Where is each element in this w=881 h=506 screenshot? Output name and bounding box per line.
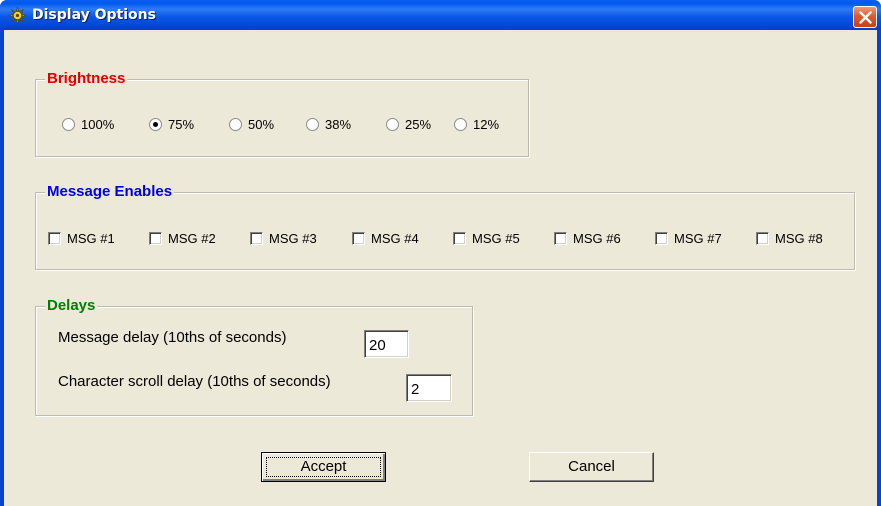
checkbox-label: MSG #2 <box>168 231 216 246</box>
window-title: Display Options <box>32 7 156 23</box>
checkbox-label: MSG #5 <box>472 231 520 246</box>
delays-group-label: Delays <box>45 297 98 314</box>
checkbox[interactable] <box>554 232 567 245</box>
checkbox[interactable] <box>453 232 466 245</box>
radio-label: 75% <box>168 117 195 132</box>
checkbox-msg-1[interactable]: MSG #1 <box>48 231 115 246</box>
checkbox-msg-8[interactable]: MSG #8 <box>756 231 823 246</box>
radio-button[interactable] <box>386 118 399 131</box>
message-delay-label: Message delay (10ths of seconds) <box>58 329 287 346</box>
checkbox-label: MSG #8 <box>775 231 823 246</box>
dialog-window: Display Options Brightness 100% 75% 50% <box>0 0 881 506</box>
delays-group: Delays Message delay (10ths of seconds) … <box>35 297 473 416</box>
checkbox-msg-3[interactable]: MSG #3 <box>250 231 317 246</box>
radio-label: 12% <box>473 117 500 132</box>
cancel-button[interactable]: Cancel <box>529 452 654 482</box>
radio-label: 50% <box>248 117 275 132</box>
message-delay-input[interactable]: 20 <box>364 330 409 358</box>
radio-label: 25% <box>405 117 432 132</box>
radio-38[interactable]: 38% <box>306 117 351 132</box>
radio-button[interactable] <box>229 118 242 131</box>
checkbox[interactable] <box>149 232 162 245</box>
checkbox-label: MSG #6 <box>573 231 621 246</box>
checkbox-msg-2[interactable]: MSG #2 <box>149 231 216 246</box>
radio-label: 38% <box>325 117 352 132</box>
radio-100[interactable]: 100% <box>62 117 114 132</box>
close-button[interactable] <box>853 6 877 28</box>
checkbox-msg-7[interactable]: MSG #7 <box>655 231 722 246</box>
radio-button-selected[interactable] <box>149 118 162 131</box>
radio-12[interactable]: 12% <box>454 117 499 132</box>
scroll-delay-input[interactable]: 2 <box>406 374 452 402</box>
message-enables-group-label: Message Enables <box>45 183 175 200</box>
checkbox[interactable] <box>48 232 61 245</box>
checkbox-label: MSG #7 <box>674 231 722 246</box>
checkbox-msg-4[interactable]: MSG #4 <box>352 231 419 246</box>
radio-button[interactable] <box>454 118 467 131</box>
radio-50[interactable]: 50% <box>229 117 274 132</box>
title-bar[interactable]: Display Options <box>0 0 881 30</box>
message-enables-group: Message Enables MSG #1 MSG #2 MSG #3 MSG… <box>35 183 855 270</box>
checkbox[interactable] <box>250 232 263 245</box>
accept-button[interactable]: Accept <box>261 452 386 482</box>
scroll-delay-label: Character scroll delay (10ths of seconds… <box>58 373 331 390</box>
radio-button[interactable] <box>62 118 75 131</box>
checkbox-label: MSG #3 <box>269 231 317 246</box>
checkbox[interactable] <box>655 232 668 245</box>
sun-gear-icon <box>9 7 26 24</box>
checkbox-label: MSG #1 <box>67 231 115 246</box>
radio-button[interactable] <box>306 118 319 131</box>
checkbox[interactable] <box>756 232 769 245</box>
accept-button-label: Accept <box>300 458 347 475</box>
checkbox-msg-6[interactable]: MSG #6 <box>554 231 621 246</box>
radio-75[interactable]: 75% <box>149 117 194 132</box>
checkbox-label: MSG #4 <box>371 231 419 246</box>
radio-25[interactable]: 25% <box>386 117 431 132</box>
brightness-group-label: Brightness <box>45 70 128 87</box>
brightness-group: Brightness 100% 75% 50% 38% 25% 12% <box>35 70 529 157</box>
cancel-button-label: Cancel <box>568 458 615 475</box>
dialog-client-area: Brightness 100% 75% 50% 38% 25% 12% Mess… <box>4 30 877 506</box>
checkbox[interactable] <box>352 232 365 245</box>
radio-label: 100% <box>81 117 115 132</box>
checkbox-msg-5[interactable]: MSG #5 <box>453 231 520 246</box>
close-x-icon <box>859 11 872 24</box>
